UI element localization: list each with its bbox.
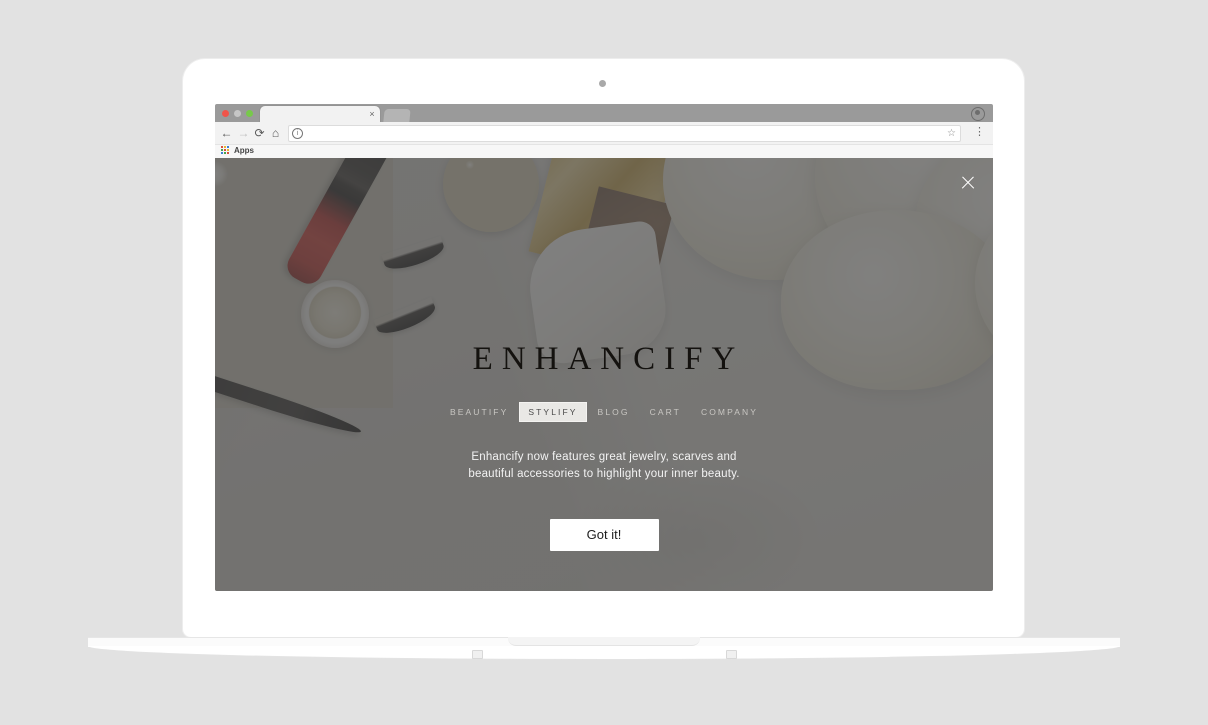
apps-label: Apps: [234, 146, 254, 155]
back-icon[interactable]: ←: [220, 127, 233, 140]
window-close-button[interactable]: [222, 110, 229, 117]
browser-toolbar: ← → ⟳ ⌂ i ☆ ⋮: [215, 122, 993, 145]
laptop-base-foot: [472, 650, 483, 659]
laptop-mockup: × ← → ⟳ ⌂ i ☆ ⋮ Apps ENHANCIFY BEAUTIFY …: [0, 0, 1208, 725]
site-navigation: BEAUTIFY STYLIFY BLOG CART COMPANY: [441, 402, 767, 422]
bookmarks-bar: Apps: [215, 145, 993, 159]
browser-tab-active[interactable]: [260, 106, 380, 122]
got-it-button[interactable]: Got it!: [549, 518, 659, 551]
website-viewport: ENHANCIFY BEAUTIFY STYLIFY BLOG CART COM…: [215, 158, 993, 591]
home-icon[interactable]: ⌂: [269, 127, 282, 140]
window-minimize-button[interactable]: [234, 110, 241, 117]
forward-icon[interactable]: →: [237, 127, 250, 140]
nav-item-blog[interactable]: BLOG: [589, 402, 639, 422]
browser-tab-inactive[interactable]: [383, 109, 411, 122]
browser-tab-strip: ×: [215, 104, 993, 122]
window-maximize-button[interactable]: [246, 110, 253, 117]
nav-item-company[interactable]: COMPANY: [692, 402, 767, 422]
address-bar-input[interactable]: [303, 127, 948, 140]
laptop-base-foot: [726, 650, 737, 659]
bookmark-star-icon[interactable]: ☆: [947, 128, 956, 139]
tab-close-icon[interactable]: ×: [367, 109, 377, 119]
nav-item-beautify[interactable]: BEAUTIFY: [441, 402, 517, 422]
browser-chrome: × ← → ⟳ ⌂ i ☆ ⋮ Apps: [215, 104, 993, 159]
address-bar[interactable]: i ☆: [288, 125, 961, 142]
reload-icon[interactable]: ⟳: [253, 127, 266, 140]
apps-grid-icon: [221, 146, 230, 155]
nav-item-stylify[interactable]: STYLIFY: [519, 402, 587, 422]
page-title: ENHANCIFY: [472, 341, 745, 377]
browser-window: × ← → ⟳ ⌂ i ☆ ⋮ Apps ENHANCIFY BEAUTIFY …: [215, 104, 993, 591]
promo-message: Enhancify now features great jewelry, sc…: [468, 451, 740, 480]
profile-avatar-icon[interactable]: [971, 107, 985, 121]
promo-modal: ENHANCIFY BEAUTIFY STYLIFY BLOG CART COM…: [215, 158, 993, 591]
laptop-base-notch: [508, 637, 700, 646]
laptop-base-bottom: [88, 646, 1120, 659]
webcam-icon: [599, 80, 606, 87]
page-info-icon[interactable]: i: [292, 128, 303, 139]
apps-shortcut[interactable]: Apps: [221, 146, 254, 155]
browser-menu-icon[interactable]: ⋮: [974, 126, 985, 140]
nav-item-cart[interactable]: CART: [641, 402, 690, 422]
